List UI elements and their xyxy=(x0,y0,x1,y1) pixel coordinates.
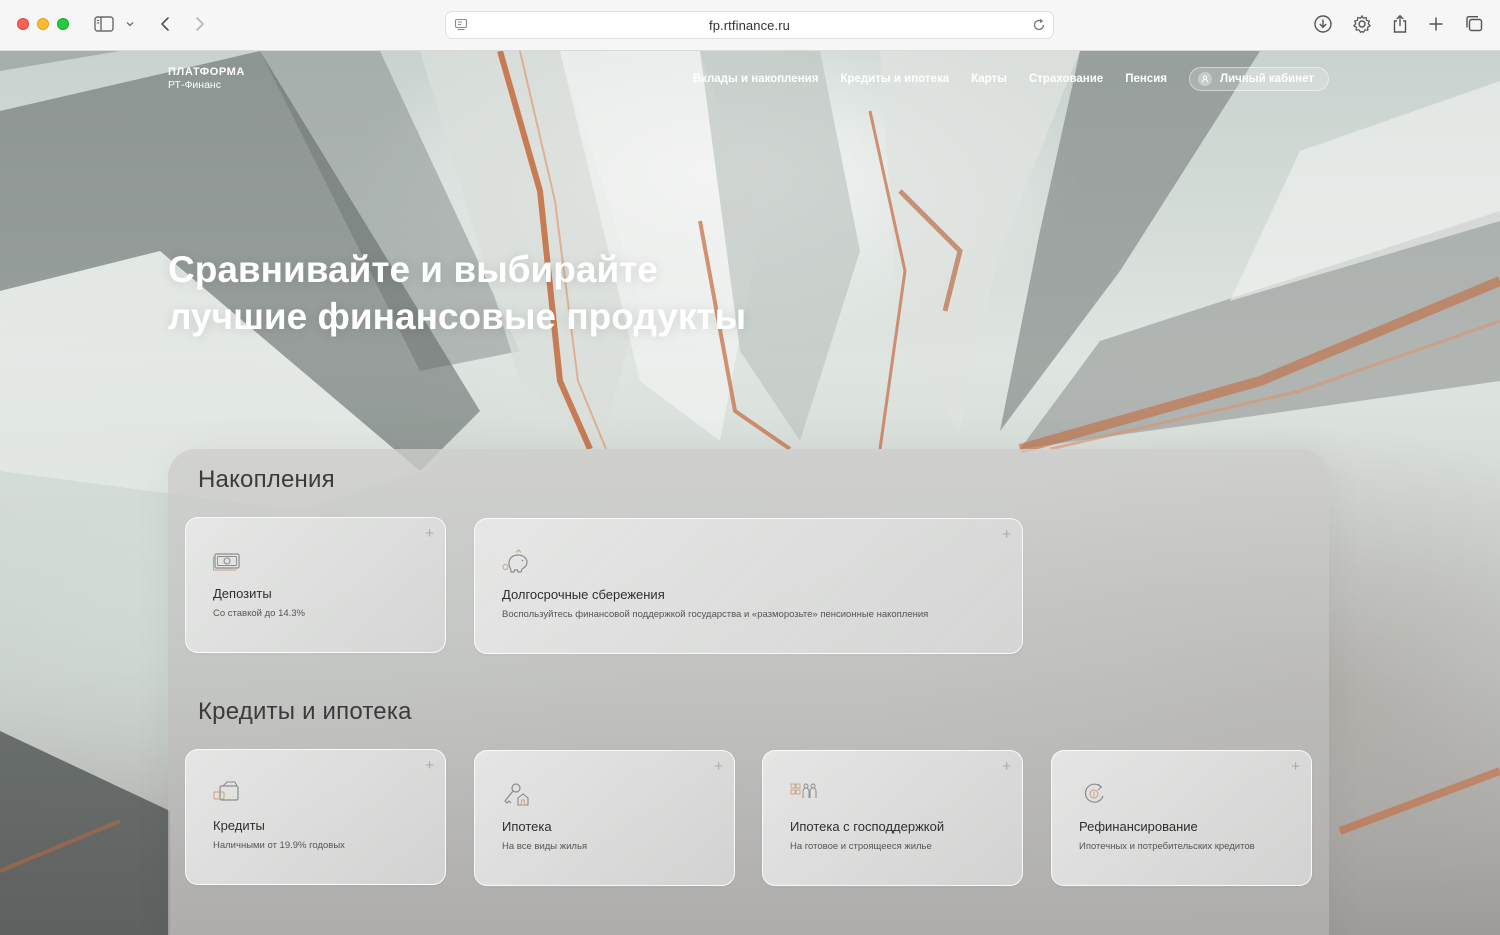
card-subtitle: Наличными от 19.9% годовых xyxy=(213,840,345,851)
products-panel: Накопления + Депозиты Со ставкой до 14.3… xyxy=(168,449,1329,935)
zoom-window-button[interactable] xyxy=(57,18,69,30)
card-state-mortgage[interactable]: + Ипотека с господдержкой На готовое и с… xyxy=(762,750,1023,886)
browser-toolbar: fp.rtfinance.ru xyxy=(0,0,1500,51)
savings-section-title: Накопления xyxy=(198,466,335,493)
hero-title: Сравнивайте и выбирайте лучшие финансовы… xyxy=(168,246,868,340)
card-title: Долгосрочные сбережения xyxy=(502,587,665,602)
hero-title-line2: лучшие финансовые продукты xyxy=(168,296,747,337)
logo-main-text: ПЛАТФОРМА xyxy=(168,66,245,78)
plus-icon: + xyxy=(1291,758,1300,775)
card-subtitle: На все виды жилья xyxy=(502,841,588,852)
main-nav: Вклады и накопления Кредиты и ипотека Ка… xyxy=(671,67,1329,91)
card-title: Ипотека xyxy=(502,819,552,834)
nav-loans[interactable]: Кредиты и ипотека xyxy=(840,73,949,85)
gear-icon[interactable] xyxy=(1350,12,1374,36)
card-deposits[interactable]: + Депозиты Со ставкой до 14.3% xyxy=(185,517,446,653)
address-bar[interactable]: fp.rtfinance.ru xyxy=(445,11,1054,39)
plus-icon: + xyxy=(425,757,434,774)
loans-section-title: Кредиты и ипотека xyxy=(198,698,412,725)
key-house-icon xyxy=(502,781,532,807)
refresh-coin-icon xyxy=(1079,781,1109,807)
url-text: fp.rtfinance.ru xyxy=(709,17,790,33)
sidebar-toggle-icon[interactable] xyxy=(92,12,116,36)
minimize-window-button[interactable] xyxy=(37,18,49,30)
back-icon[interactable] xyxy=(153,12,177,36)
card-title: Кредиты xyxy=(213,818,265,833)
page-menu-icon[interactable] xyxy=(454,18,468,37)
cash-icon xyxy=(213,548,243,574)
card-title: Рефинансирование xyxy=(1079,819,1198,834)
chevron-down-icon[interactable] xyxy=(120,12,140,36)
family-icon xyxy=(790,781,820,807)
new-tab-icon[interactable] xyxy=(1424,12,1448,36)
personal-account-button[interactable]: Личный кабинет xyxy=(1189,67,1329,91)
reload-icon[interactable] xyxy=(1031,17,1047,38)
card-refinancing[interactable]: + Рефинансирование Ипотечных и потребите… xyxy=(1051,750,1312,886)
card-subtitle: Ипотечных и потребительских кредитов xyxy=(1079,841,1255,852)
close-window-button[interactable] xyxy=(17,18,29,30)
wallet-icon xyxy=(213,780,243,806)
card-credits[interactable]: + Кредиты Наличными от 19.9% годовых xyxy=(185,749,446,885)
downloads-icon[interactable] xyxy=(1311,12,1335,36)
nav-cards[interactable]: Карты xyxy=(971,73,1007,85)
nav-insurance[interactable]: Страхование xyxy=(1029,73,1103,85)
card-subtitle: На готовое и строящееся жилье xyxy=(790,841,932,852)
forward-icon[interactable] xyxy=(188,12,212,36)
hero-title-line1: Сравнивайте и выбирайте xyxy=(168,249,658,290)
share-icon[interactable] xyxy=(1388,12,1412,36)
plus-icon: + xyxy=(1002,526,1011,543)
card-subtitle: Со ставкой до 14.3% xyxy=(213,608,306,619)
nav-pension[interactable]: Пенсия xyxy=(1125,73,1167,85)
piggy-bank-icon xyxy=(502,549,532,575)
plus-icon: + xyxy=(1002,758,1011,775)
card-title: Ипотека с господдержкой xyxy=(790,819,945,834)
personal-account-label: Личный кабинет xyxy=(1220,73,1314,85)
card-long-term-savings[interactable]: + Долгосрочные сбережения Воспользуйтесь… xyxy=(474,518,1023,654)
card-subtitle: Воспользуйтесь финансовой поддержкой гос… xyxy=(502,609,929,620)
plus-icon: + xyxy=(714,758,723,775)
logo-sub-text: РТ-Финанс xyxy=(168,79,221,91)
nav-deposits[interactable]: Вклады и накопления xyxy=(693,73,819,85)
page-viewport: ПЛАТФОРМА РТ-Финанс Вклады и накопления … xyxy=(0,51,1500,935)
plus-icon: + xyxy=(425,525,434,542)
card-mortgage[interactable]: + Ипотека На все виды жилья xyxy=(474,750,735,886)
user-icon xyxy=(1198,72,1212,86)
card-title: Депозиты xyxy=(213,586,272,601)
tab-overview-icon[interactable] xyxy=(1462,12,1486,36)
site-logo[interactable]: ПЛАТФОРМА РТ-Финанс xyxy=(168,66,245,91)
